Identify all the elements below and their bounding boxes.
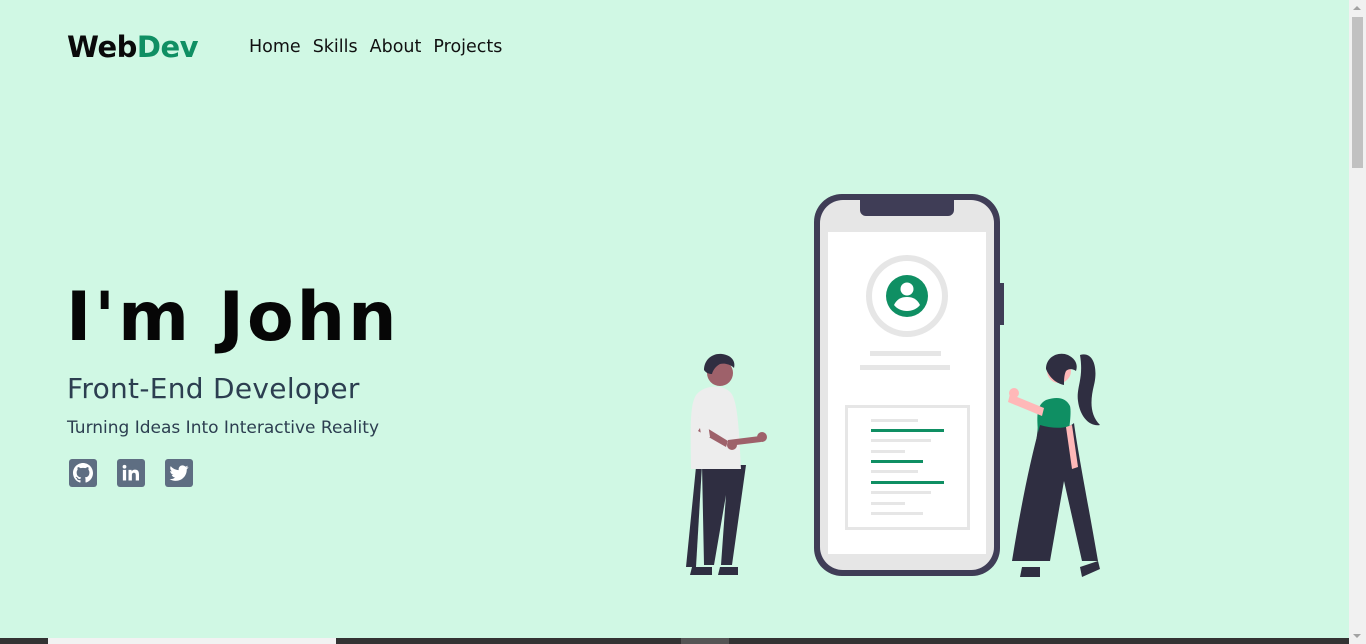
scroll-down-arrow-icon[interactable] bbox=[1353, 634, 1361, 638]
hero-role: Front-End Developer bbox=[67, 372, 360, 405]
scroll-up-arrow-icon[interactable] bbox=[1353, 6, 1361, 10]
hero-title: I'm John bbox=[66, 278, 400, 357]
logo-main: Web bbox=[67, 30, 137, 64]
linkedin-icon[interactable] bbox=[117, 459, 145, 487]
social-links bbox=[69, 459, 193, 487]
taskbar-strip bbox=[0, 638, 1349, 644]
scrollbar-thumb[interactable] bbox=[1352, 17, 1363, 168]
taskbar-segment bbox=[48, 638, 336, 644]
phone-illustration bbox=[814, 194, 1004, 576]
nav-about[interactable]: About bbox=[370, 37, 422, 57]
twitter-icon[interactable] bbox=[165, 459, 193, 487]
woman-illustration bbox=[1008, 353, 1100, 577]
main-nav: Home Skills About Projects bbox=[249, 37, 502, 57]
hero-tagline: Turning Ideas Into Interactive Reality bbox=[67, 418, 380, 438]
vertical-scrollbar[interactable] bbox=[1349, 0, 1366, 644]
nav-home[interactable]: Home bbox=[249, 37, 301, 57]
taskbar-segment bbox=[681, 638, 729, 644]
man-illustration bbox=[686, 353, 767, 575]
nav-skills[interactable]: Skills bbox=[313, 37, 358, 57]
page: WebDev Home Skills About Projects I'm Jo… bbox=[0, 0, 1349, 644]
logo[interactable]: WebDev bbox=[67, 30, 199, 64]
hero-illustration bbox=[686, 194, 1100, 577]
logo-accent: Dev bbox=[136, 30, 199, 64]
nav-projects[interactable]: Projects bbox=[433, 37, 502, 57]
github-icon[interactable] bbox=[69, 459, 97, 487]
